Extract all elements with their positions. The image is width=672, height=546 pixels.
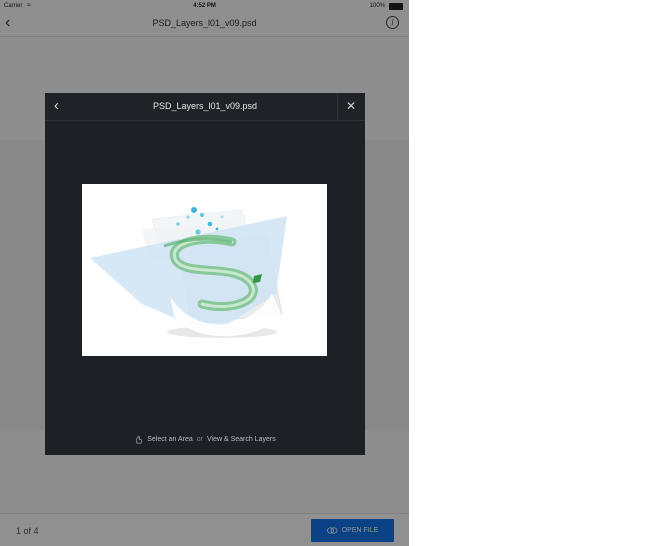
close-icon[interactable]: ✕ [346,99,356,113]
select-area-link[interactable]: Select an Area [147,436,193,443]
modal-footer: Select an Area or View & Search Layers [45,433,365,445]
modal-header: ‹ PSD_Layers_l01_v09.psd ✕ [45,93,365,121]
psd-preview-image[interactable] [82,184,327,356]
modal-title: PSD_Layers_l01_v09.psd [152,101,258,111]
view-search-layers-link[interactable]: View & Search Layers [207,436,276,443]
layers-modal: ‹ PSD_Layers_l01_v09.psd ✕ Select an Are… [45,93,365,455]
or-label: or [196,435,203,443]
hand-touch-icon [136,435,143,443]
modal-close-button[interactable]: ✕ [337,93,365,120]
layered-artwork-illustration [90,207,287,338]
